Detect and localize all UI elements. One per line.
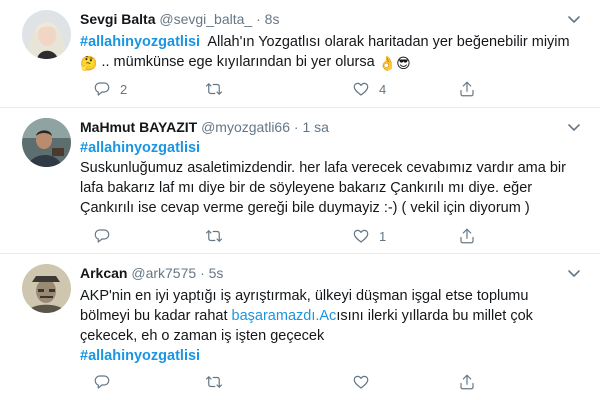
user-handle[interactable]: @sevgi_balta_: [159, 11, 252, 27]
reply-icon: [94, 82, 110, 96]
share-button[interactable]: [458, 372, 476, 392]
retweet-icon: [205, 230, 223, 242]
tweet-text: #allahinyozgatlisi Suskunluğumuz asaleti…: [80, 138, 584, 218]
avatar[interactable]: [22, 264, 71, 313]
share-actions: [458, 372, 498, 392]
tweet-time[interactable]: 8s: [265, 11, 280, 27]
chevron-down-icon[interactable]: [566, 119, 582, 135]
tweet-text-part: Allah'ın Yozgatlısı olarak haritadan yer…: [207, 34, 570, 50]
tweet-header: Arkcan @ark7575 · 5s: [80, 264, 223, 282]
retweet-icon: [205, 83, 223, 95]
reply-icon: [94, 375, 110, 389]
tweet-header: MaHmut BAYAZIT @myozgatli66 · 1 sa: [80, 118, 329, 136]
tweet-text-line: lafa bakarız laf mı diye bir de söyleyen…: [80, 180, 533, 196]
share-button[interactable]: [458, 226, 476, 246]
tweet[interactable]: MaHmut BAYAZIT @myozgatli66 · 1 sa #alla…: [0, 108, 600, 254]
tweet[interactable]: Arkcan @ark7575 · 5s AKP'nin en iyi yapt…: [0, 254, 600, 400]
tweet-actions: [80, 372, 380, 392]
retweet-button[interactable]: [205, 226, 232, 246]
heart-icon: [353, 82, 369, 96]
heart-icon: [353, 375, 369, 389]
hashtag-link[interactable]: #allahinyozgatlisi: [80, 348, 200, 364]
tweet-time[interactable]: 5s: [209, 265, 224, 281]
heart-icon: [353, 229, 369, 243]
like-count: 4: [379, 81, 387, 97]
user-handle[interactable]: @ark7575: [131, 265, 196, 281]
tweet-text-line: Çankırılı ise cevap verme gereği bile du…: [80, 200, 530, 216]
reply-button[interactable]: [93, 226, 120, 246]
reply-icon: [94, 229, 110, 243]
separator-dot: ·: [256, 11, 261, 27]
reply-button[interactable]: 2: [93, 79, 127, 99]
separator-dot: ·: [293, 119, 299, 135]
like-button[interactable]: [352, 372, 379, 392]
thinking-emoji-icon: 🤔: [80, 55, 98, 71]
tweet[interactable]: Sevgi Balta @sevgi_balta_ · 8s #allahiny…: [0, 0, 600, 108]
chevron-down-icon[interactable]: [566, 265, 582, 281]
tweet-text-part: bölmeyi bu kadar rahat: [80, 308, 232, 324]
tweet-feed: Sevgi Balta @sevgi_balta_ · 8s #allahiny…: [0, 0, 600, 400]
tweet-header: Sevgi Balta @sevgi_balta_ · 8s: [80, 10, 279, 28]
share-icon: [460, 81, 474, 97]
tweet-text-line: Suskunluğumuz asaletimizdendir. her lafa…: [80, 160, 566, 176]
like-count: 1: [379, 228, 387, 244]
tweet-actions: 1: [80, 226, 386, 246]
tweet-text-line: çekecek, eh o zaman iş işten geçecek: [80, 328, 325, 344]
like-button[interactable]: 1: [352, 226, 386, 246]
chevron-down-icon[interactable]: [566, 11, 582, 27]
like-button[interactable]: 4: [352, 79, 386, 99]
user-handle[interactable]: @myozgatli66: [201, 119, 290, 135]
user-name[interactable]: Sevgi Balta: [80, 11, 155, 27]
tweet-text: AKP'nin en iyi yaptığı iş ayrıştırmak, ü…: [80, 286, 584, 366]
tweet-time[interactable]: 1 sa: [302, 119, 328, 135]
hashtag-link[interactable]: #allahinyozgatlisi: [80, 140, 200, 156]
share-button[interactable]: [458, 79, 476, 99]
retweet-icon: [205, 376, 223, 388]
retweet-button[interactable]: [205, 79, 232, 99]
hashtag-link[interactable]: #allahinyozgatlisi: [80, 34, 200, 50]
reply-count: 2: [120, 81, 128, 97]
share-actions: [458, 79, 498, 99]
tweet-actions: 2 4: [80, 79, 386, 99]
user-name[interactable]: MaHmut BAYAZIT: [80, 119, 197, 135]
retweet-button[interactable]: [205, 372, 232, 392]
share-icon: [460, 374, 474, 390]
reply-button[interactable]: [93, 372, 120, 392]
share-icon: [460, 228, 474, 244]
tweet-text-line: AKP'nin en iyi yaptığı iş ayrıştırmak, ü…: [80, 288, 529, 304]
tweet-text: #allahinyozgatlisi Allah'ın Yozgatlısı o…: [80, 32, 584, 72]
avatar[interactable]: [22, 10, 71, 59]
ok-hand-emoji-icon: 👌: [378, 55, 397, 71]
text-link[interactable]: başaramazdı.Ac: [232, 308, 337, 324]
user-name[interactable]: Arkcan: [80, 265, 127, 281]
tweet-text-part: ısını ilerki yıllarda bu millet çok: [336, 308, 533, 324]
sunglasses-emoji-icon: 😎: [396, 55, 411, 71]
avatar[interactable]: [22, 118, 71, 167]
share-actions: [458, 226, 498, 246]
separator-dot: ·: [200, 265, 205, 281]
tweet-text-part: .. mümkünse ege kıyılarından bi yer olur…: [101, 54, 375, 70]
